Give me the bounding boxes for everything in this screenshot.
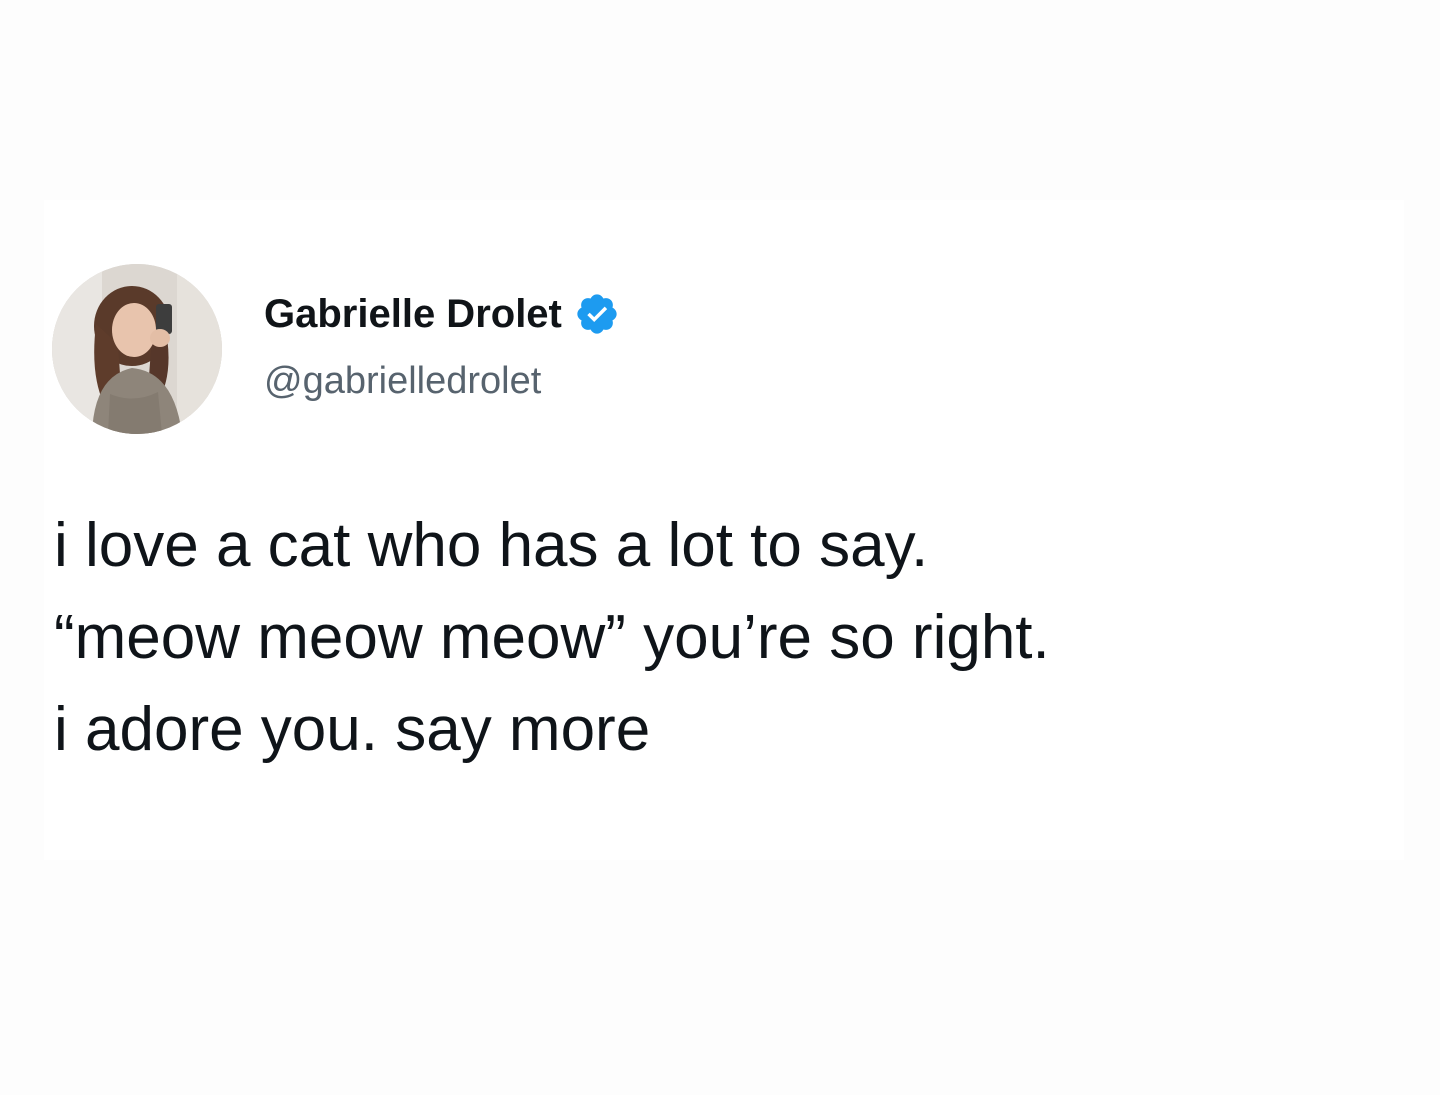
avatar[interactable] (52, 264, 222, 434)
tweet-text-line: i love a cat who has a lot to say. (54, 511, 929, 580)
verified-badge-icon (574, 291, 620, 337)
page: Gabrielle Drolet @gabrielledrolet i love… (0, 0, 1440, 1095)
author-handle[interactable]: @gabrielledrolet (264, 360, 541, 403)
tweet-text-line: i adore you. say more (54, 695, 651, 764)
avatar-photo (52, 264, 222, 434)
author-display-name[interactable]: Gabrielle Drolet (264, 292, 562, 337)
tweet-text: i love a cat who has a lot to say. “meow… (54, 500, 1394, 776)
author-name-row[interactable]: Gabrielle Drolet (264, 288, 620, 340)
tweet-text-line: “meow meow meow” you’re so right. (54, 603, 1050, 672)
